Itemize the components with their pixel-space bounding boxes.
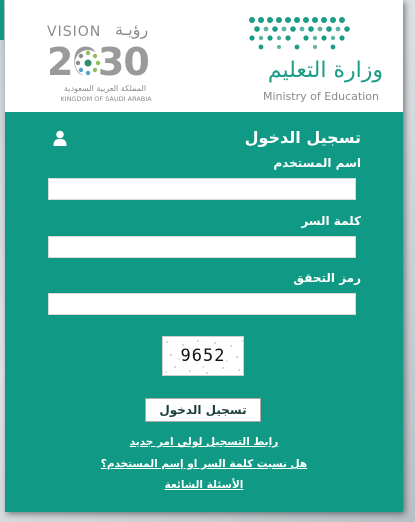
- ministry-name-english: Ministry of Education: [262, 90, 379, 103]
- username-input[interactable]: [48, 178, 356, 200]
- vision-2030-logo-icon: VISION رؤيـة 2030 المملكة العربية السعود…: [37, 20, 167, 108]
- captcha-label: رمز التحقق: [293, 271, 361, 285]
- ministry-name-arabic: وزارة التعليم: [267, 58, 383, 83]
- vision-country-arabic: المملكة العربية السعودية: [63, 84, 147, 93]
- login-card: VISION رؤيـة 2030 المملكة العربية السعود…: [5, 0, 403, 512]
- login-button[interactable]: تسجيل الدخول: [145, 398, 261, 422]
- vision-word: VISION: [47, 24, 102, 40]
- ministry-dots-icon: [249, 17, 350, 50]
- captcha-code: 9652: [180, 346, 226, 366]
- password-label: كلمة السر: [301, 214, 361, 228]
- vision-arabic: رؤيـة: [115, 20, 149, 39]
- username-label: اسم المستخدم: [273, 156, 361, 170]
- login-title: تسجيل الدخول: [244, 128, 361, 147]
- ministry-logo-icon: وزارة التعليم Ministry of Education: [183, 14, 383, 104]
- faq-link[interactable]: الأسئلة الشائعة: [5, 479, 403, 491]
- header: VISION رؤيـة 2030 المملكة العربية السعود…: [5, 0, 403, 112]
- captcha-input[interactable]: [48, 293, 356, 315]
- guardian-register-link[interactable]: رابط التسجيل لولي امر جديد: [5, 436, 403, 448]
- vision-country-english: KINGDOM OF SAUDI ARABIA: [60, 95, 152, 103]
- user-icon: [53, 130, 67, 146]
- vision-flower-icon: [75, 50, 101, 76]
- forgot-credentials-link[interactable]: هل نسيت كلمة السر او إسم المستخدم؟: [5, 458, 403, 470]
- accent-strip: [0, 0, 4, 40]
- captcha-image: 9652: [162, 336, 244, 376]
- password-input[interactable]: [48, 236, 356, 258]
